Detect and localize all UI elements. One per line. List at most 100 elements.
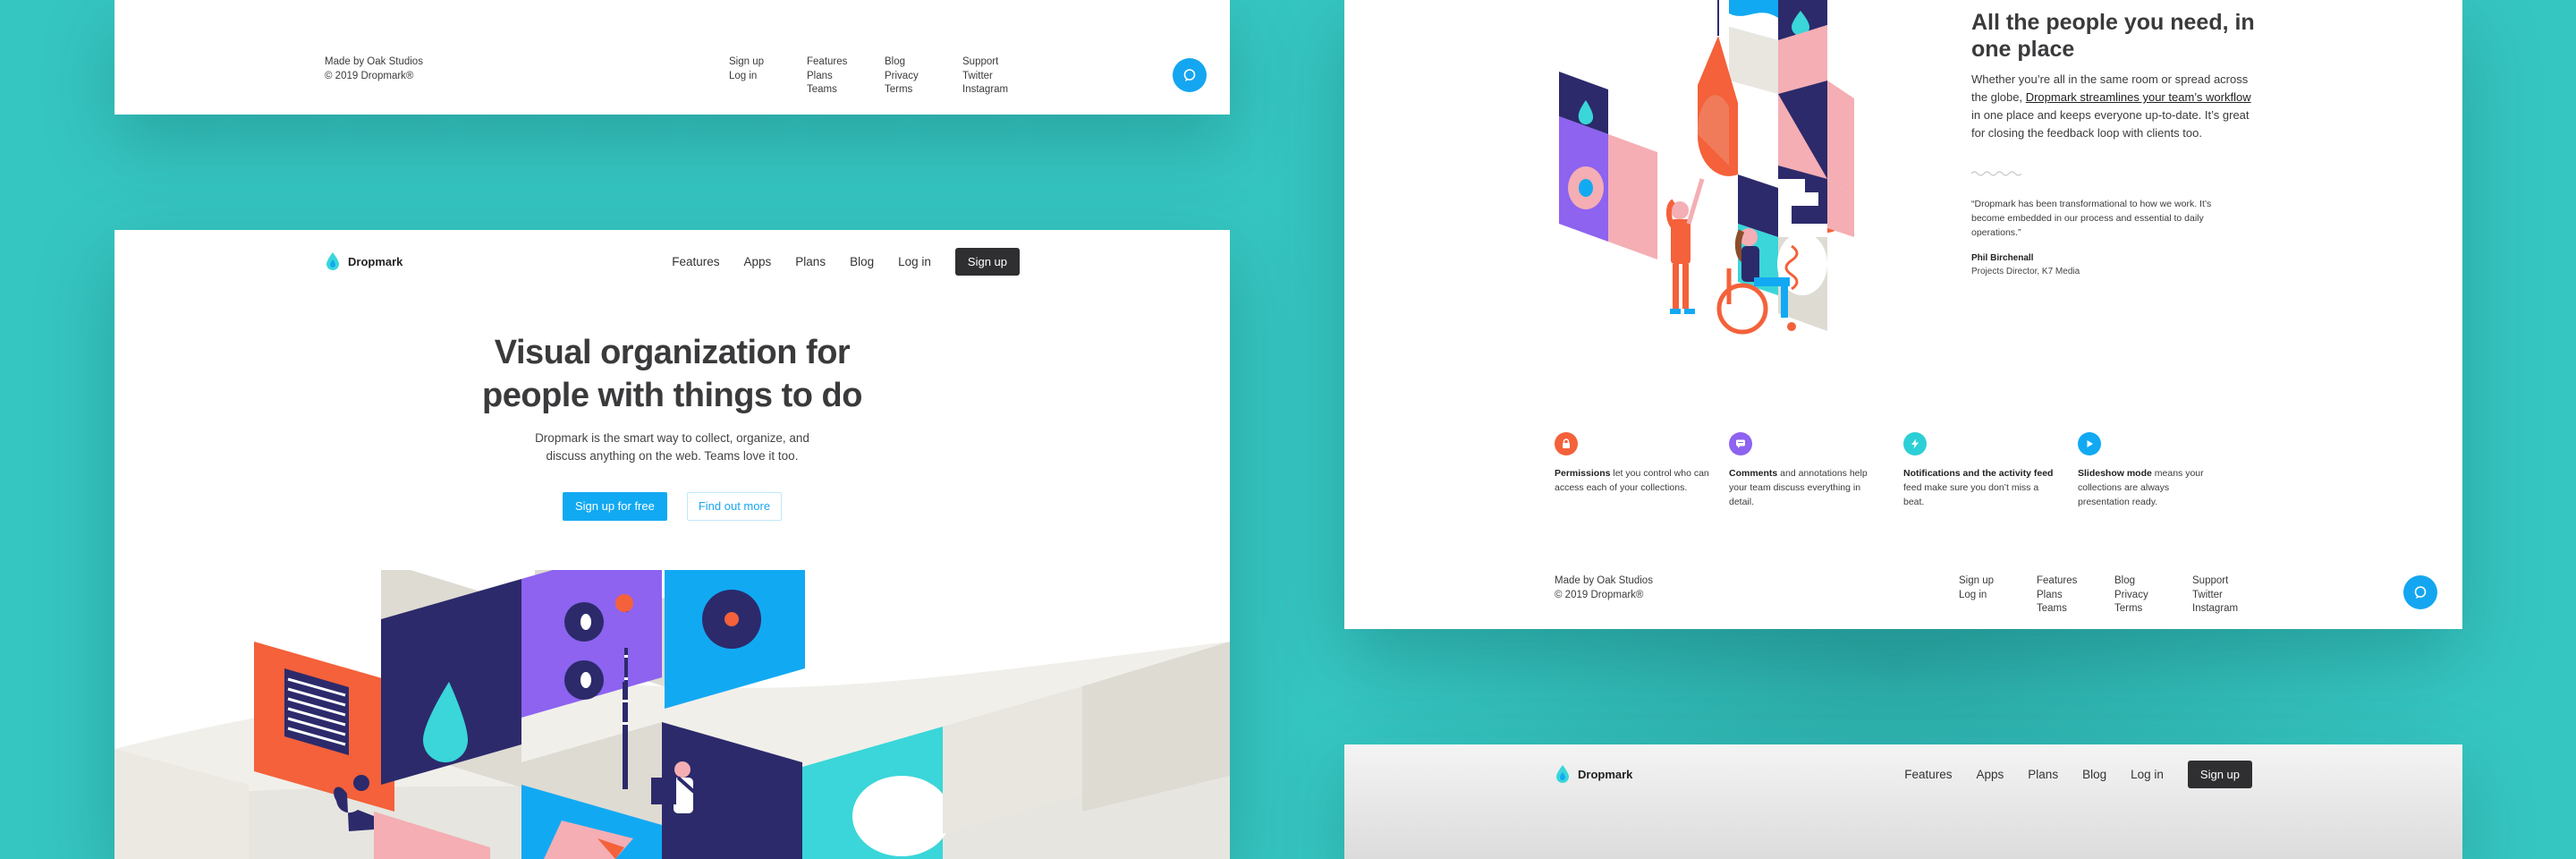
nav-links: Features Apps Plans Blog Log in Sign up — [648, 247, 1020, 276]
footer-link-instagram[interactable]: Instagram — [962, 83, 1040, 98]
nav-login[interactable]: Log in — [898, 255, 931, 268]
signup-free-button[interactable]: Sign up for free — [562, 492, 667, 521]
top-nav: Dropmark Features Apps Plans Blog Log in… — [325, 246, 1020, 276]
footer-credit-line: Made by Oak Studios — [1555, 575, 1653, 586]
nav-panel-bottom-right: Dropmark Features Apps Plans Blog Log in… — [1344, 744, 2462, 859]
teams-illustration — [1559, 0, 1854, 335]
footer-link-twitter[interactable]: Twitter — [962, 70, 1040, 84]
feature-slideshow: Slideshow mode means your collections ar… — [2078, 432, 2221, 509]
footer-panel-top-left: Made by Oak Studios © 2019 Dropmark® Sig… — [114, 0, 1230, 115]
testimonial-quote: “Dropmark has been transformational to h… — [1971, 199, 2212, 238]
chat-button[interactable] — [1173, 58, 1207, 92]
footer-link-features[interactable]: Features — [2037, 574, 2114, 589]
footer-col-product: Features Plans Teams — [807, 55, 885, 98]
nav-blog[interactable]: Blog — [2082, 768, 2106, 781]
hero-illustration — [114, 570, 1230, 859]
teams-section-body: Whether you’re all in the same room or s… — [1971, 71, 2258, 142]
footer-link-twitter[interactable]: Twitter — [2192, 589, 2270, 603]
footer-col-social: Support Twitter Instagram — [2192, 574, 2270, 617]
footer-link-login[interactable]: Log in — [729, 70, 807, 84]
footer-link-support[interactable]: Support — [2192, 574, 2270, 589]
nav-features[interactable]: Features — [672, 255, 719, 268]
brand-logo[interactable]: Dropmark — [325, 251, 402, 271]
nav-plans[interactable]: Plans — [2028, 768, 2058, 781]
footer-copyright: © 2019 Dropmark® — [325, 70, 414, 81]
footer-col-product: Features Plans Teams — [2037, 574, 2114, 617]
footer-copyright: © 2019 Dropmark® — [1555, 589, 1644, 600]
find-out-more-button[interactable]: Find out more — [686, 492, 783, 521]
hero-subtitle-line: Dropmark is the smart way to collect, or… — [535, 431, 809, 445]
footer-link-teams[interactable]: Teams — [807, 83, 885, 98]
footer-credit: Made by Oak Studios © 2019 Dropmark® — [325, 55, 729, 98]
footer-col-account: Sign up Log in — [729, 55, 807, 98]
chat-bubble-icon — [1183, 69, 1196, 81]
footer-credit: Made by Oak Studios © 2019 Dropmark® — [1555, 574, 1959, 617]
workflow-link[interactable]: Dropmark streamlines your team’s workflo… — [2026, 90, 2251, 104]
nav-apps[interactable]: Apps — [1977, 768, 2004, 781]
testimonial-author: Phil Birchenall — [1971, 253, 2034, 263]
footer-link-plans[interactable]: Plans — [2037, 589, 2114, 603]
nav-signup-button[interactable]: Sign up — [954, 247, 1020, 276]
squiggle-divider — [1971, 171, 2021, 176]
footer-link-privacy[interactable]: Privacy — [2114, 589, 2192, 603]
teams-section-title: All the people you need, in one place — [1971, 9, 2267, 63]
lock-icon — [1555, 432, 1578, 455]
nav-login[interactable]: Log in — [2131, 768, 2164, 781]
teams-body-text: in one place and keeps everyone up-to-da… — [1971, 108, 2250, 140]
play-icon — [2078, 432, 2101, 455]
footer-link-blog[interactable]: Blog — [885, 55, 962, 70]
comment-icon — [1729, 432, 1752, 455]
hero-title-line: people with things to do — [482, 377, 862, 414]
bolt-icon — [1903, 432, 1927, 455]
feature-title: Permissions — [1555, 468, 1611, 479]
footer-link-signup[interactable]: Sign up — [729, 55, 807, 70]
teams-title-line: one place — [1971, 37, 2075, 62]
hero-actions: Sign up for free Find out more — [114, 492, 1230, 521]
teams-title-line: All the people you need, in — [1971, 10, 2255, 35]
brand-name: Dropmark — [1578, 767, 1633, 781]
homepage-panel: Dropmark Features Apps Plans Blog Log in… — [114, 230, 1230, 859]
nav-signup-button[interactable]: Sign up — [2187, 760, 2252, 788]
brand-logo[interactable]: Dropmark — [1555, 764, 1632, 784]
footer-link-login[interactable]: Log in — [1959, 589, 2037, 603]
nav-blog[interactable]: Blog — [850, 255, 874, 268]
nav-links: Features Apps Plans Blog Log in Sign up — [1880, 760, 2252, 788]
nav-plans[interactable]: Plans — [795, 255, 826, 268]
footer-link-instagram[interactable]: Instagram — [2192, 602, 2270, 617]
footer-link-support[interactable]: Support — [962, 55, 1040, 70]
feature-title: Comments — [1729, 468, 1778, 479]
footer-link-plans[interactable]: Plans — [807, 70, 885, 84]
site-footer: Made by Oak Studios © 2019 Dropmark® Sig… — [325, 55, 1187, 98]
hero-subtitle: Dropmark is the smart way to collect, or… — [114, 430, 1230, 465]
feature-comments: Comments and annotations help your team … — [1729, 432, 1885, 509]
chat-bubble-icon — [2414, 586, 2427, 599]
site-footer: Made by Oak Studios © 2019 Dropmark® Sig… — [1555, 574, 2419, 617]
hero-title: Visual organization for people with thin… — [114, 331, 1230, 417]
chat-button[interactable] — [2403, 575, 2437, 609]
footer-col-account: Sign up Log in — [1959, 574, 2037, 617]
footer-link-teams[interactable]: Teams — [2037, 602, 2114, 617]
hero-subtitle-line: discuss anything on the web. Teams love … — [546, 449, 799, 463]
footer-link-terms[interactable]: Terms — [885, 83, 962, 98]
footer-credit-line: Made by Oak Studios — [325, 56, 423, 67]
footer-link-privacy[interactable]: Privacy — [885, 70, 962, 84]
teams-feature-panel: All the people you need, in one place Wh… — [1344, 0, 2462, 629]
drop-logo-icon — [1556, 765, 1569, 783]
footer-link-blog[interactable]: Blog — [2114, 574, 2192, 589]
nav-features[interactable]: Features — [1904, 768, 1952, 781]
feature-permissions: Permissions let you control who can acce… — [1555, 432, 1711, 495]
footer-link-features[interactable]: Features — [807, 55, 885, 70]
nav-apps[interactable]: Apps — [744, 255, 772, 268]
feature-text: feed make sure you don’t miss a beat. — [1903, 482, 2039, 507]
feature-title: Notifications and the activity feed — [1903, 468, 2054, 479]
footer-link-signup[interactable]: Sign up — [1959, 574, 2037, 589]
feature-notifications: Notifications and the activity feed feed… — [1903, 432, 2055, 509]
footer-link-terms[interactable]: Terms — [2114, 602, 2192, 617]
drop-logo-icon — [326, 252, 339, 270]
footer-col-social: Support Twitter Instagram — [962, 55, 1040, 98]
top-nav: Dropmark Features Apps Plans Blog Log in… — [1555, 759, 2252, 789]
brand-name: Dropmark — [348, 254, 403, 268]
footer-col-company: Blog Privacy Terms — [885, 55, 962, 98]
feature-title: Slideshow mode — [2078, 468, 2152, 479]
hero-title-line: Visual organization for — [494, 334, 851, 371]
